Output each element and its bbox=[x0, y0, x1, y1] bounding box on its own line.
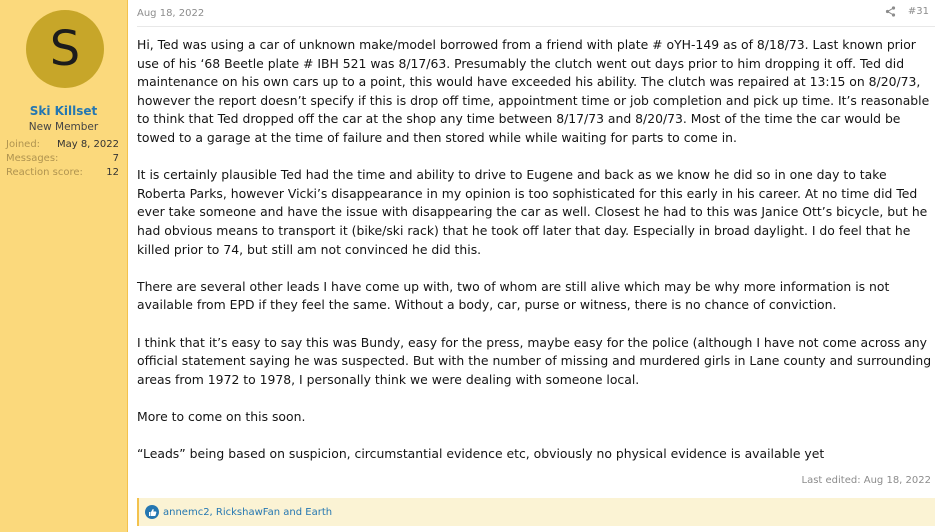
post-paragraph: “Leads” being based on suspicion, circum… bbox=[137, 446, 825, 462]
post-paragraph: It is certainly plausible Ted had the ti… bbox=[137, 167, 928, 257]
user-title: New Member bbox=[28, 121, 99, 133]
post-number-link[interactable]: #31 bbox=[908, 6, 929, 17]
stat-value: 12 bbox=[106, 167, 119, 178]
post-paragraph: There are several other leads I have com… bbox=[137, 278, 890, 313]
like-icon bbox=[145, 505, 159, 519]
stat-value: 7 bbox=[112, 153, 119, 164]
post-date[interactable]: Aug 18, 2022 bbox=[137, 8, 204, 19]
stat-label: Messages: bbox=[6, 153, 59, 164]
reactions-users-link[interactable]: annemc2, RickshawFan and Earth bbox=[163, 507, 332, 518]
post-paragraph: Hi, Ted was using a car of unknown make/… bbox=[137, 37, 930, 145]
stat-value: May 8, 2022 bbox=[56, 139, 119, 150]
stat-reaction-score: Reaction score: 12 bbox=[6, 167, 119, 181]
user-sidebar: S Ski Killset New Member Joined: May 8, … bbox=[0, 0, 127, 532]
sidebar-divider bbox=[127, 0, 128, 532]
header-divider bbox=[137, 26, 935, 27]
avatar[interactable]: S bbox=[26, 10, 104, 88]
reactions-bar: annemc2, RickshawFan and Earth bbox=[137, 498, 935, 526]
post-body: Hi, Ted was using a car of unknown make/… bbox=[137, 36, 933, 482]
username-link[interactable]: Ski Killset bbox=[0, 104, 127, 118]
stat-joined: Joined: May 8, 2022 bbox=[6, 139, 119, 153]
share-icon[interactable] bbox=[885, 6, 896, 17]
stat-messages: Messages: 7 bbox=[6, 153, 119, 167]
post-paragraph: More to come on this soon. bbox=[137, 408, 306, 424]
post-paragraph: I think that it’s easy to say this was B… bbox=[137, 334, 932, 387]
last-edited: Last edited: Aug 18, 2022 bbox=[801, 475, 932, 486]
post-header-actions: #31 bbox=[885, 6, 929, 17]
stat-label: Reaction score: bbox=[6, 167, 83, 178]
stat-label: Joined: bbox=[6, 139, 41, 150]
